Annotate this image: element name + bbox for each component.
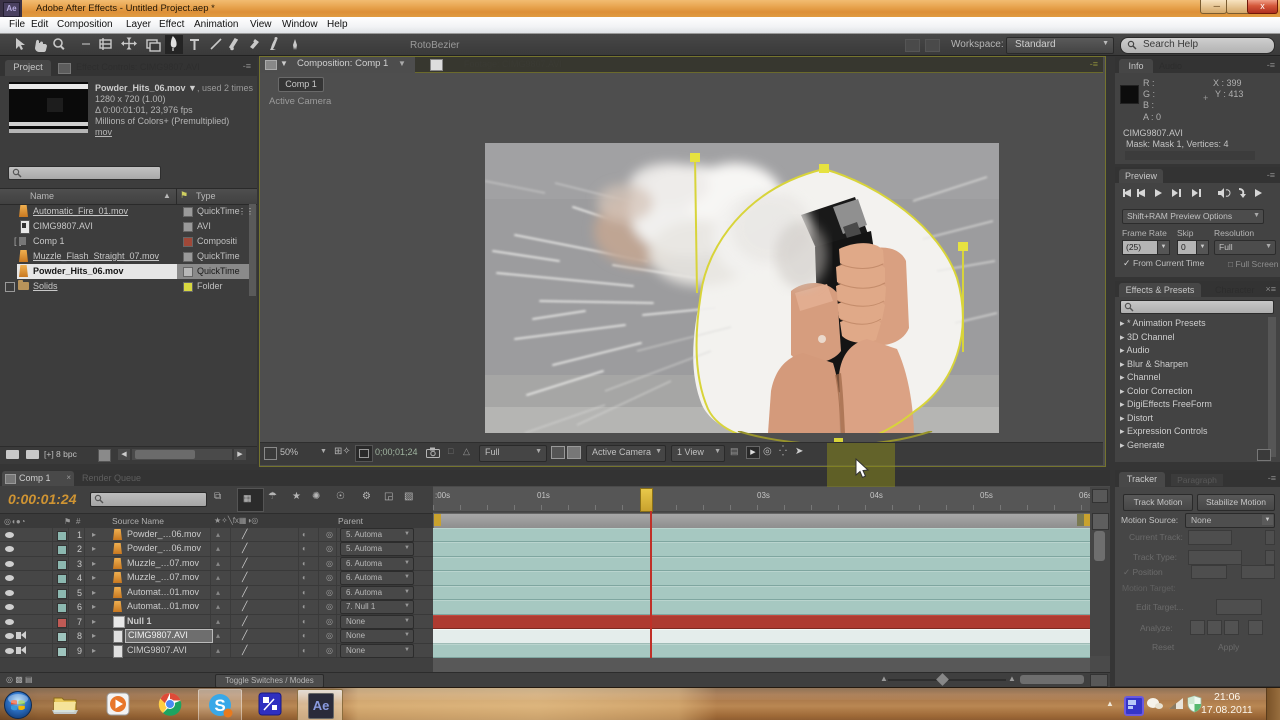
svg-text:RotoBezier: RotoBezier <box>410 40 460 51</box>
